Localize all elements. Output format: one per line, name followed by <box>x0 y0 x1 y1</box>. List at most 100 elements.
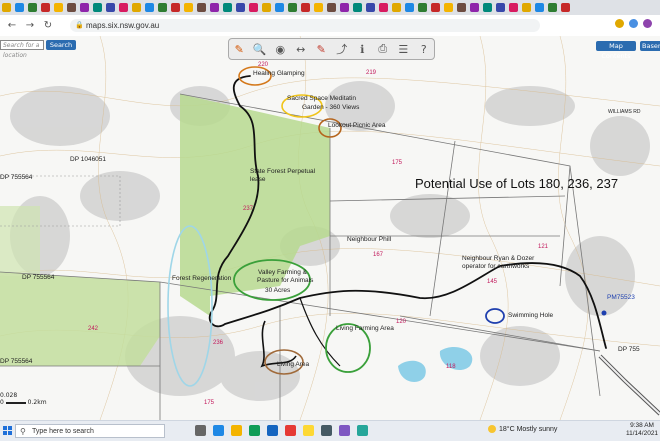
taskbar-search-input[interactable]: ⚲ Type here to search <box>15 424 165 438</box>
address-bar[interactable]: 🔒 maps.six.nsw.gov.au <box>70 19 540 32</box>
map-toolbar: ✎ 🔍 ◉ ↔ ✎ ⤴ ℹ ⎙ ☰ ? <box>228 38 435 60</box>
browser-tab-favicon[interactable] <box>184 2 193 12</box>
share-icon[interactable]: ⤴ <box>335 41 349 57</box>
browser-tab-favicon[interactable] <box>275 2 284 12</box>
browser-tab-favicon[interactable] <box>301 2 310 12</box>
print-icon[interactable]: ⎙ <box>376 42 390 56</box>
browser-tab-favicon[interactable] <box>93 2 102 12</box>
layers-icon[interactable]: ☰ <box>396 43 410 56</box>
browser-tab-favicon[interactable] <box>392 2 401 12</box>
scale-bar: 0.028 0 0.2km <box>0 392 47 406</box>
browser-tab-favicon[interactable] <box>444 2 453 12</box>
browser-tab-favicon[interactable] <box>28 2 37 12</box>
browser-tab-favicon[interactable] <box>249 2 258 12</box>
reload-icon[interactable]: ↻ <box>42 20 54 32</box>
browser-tab-favicon[interactable] <box>340 2 349 12</box>
browser-tab-favicon[interactable] <box>431 2 440 12</box>
browser-tab-favicon[interactable] <box>366 2 375 12</box>
browser-tab-favicon[interactable] <box>561 2 570 12</box>
extension-icon[interactable] <box>629 19 638 28</box>
browser-tab-favicon[interactable] <box>379 2 388 12</box>
mail-icon[interactable] <box>267 425 278 436</box>
app-icon[interactable] <box>321 425 332 436</box>
browser-tab-favicon[interactable] <box>132 2 141 12</box>
system-clock[interactable]: 9:38 AM 11/14/2021 <box>626 422 658 438</box>
chrome-icon[interactable] <box>303 425 314 436</box>
app-icon[interactable] <box>357 425 368 436</box>
lot-120: 120 <box>396 319 407 325</box>
scale-label-c: 0.2km <box>27 399 47 406</box>
weather-text: 18°C Mostly sunny <box>499 425 558 433</box>
browser-tab-favicon[interactable] <box>67 2 76 12</box>
browser-tab-favicon[interactable] <box>145 2 154 12</box>
lot-219: 219 <box>366 70 377 76</box>
measure-icon[interactable]: ↔ <box>294 43 308 56</box>
forward-icon[interactable]: → <box>24 20 36 32</box>
browser-tab-favicon[interactable] <box>54 2 63 12</box>
browser-tab-favicon[interactable] <box>106 2 115 12</box>
browser-tab-favicon[interactable] <box>457 2 466 12</box>
browser-tab-favicon[interactable] <box>2 2 11 12</box>
app-icon[interactable] <box>339 425 350 436</box>
draw-icon[interactable]: ✎ <box>314 43 328 56</box>
browser-tab-favicon[interactable] <box>483 2 492 12</box>
map-canvas[interactable] <box>0 36 660 420</box>
browser-tab-favicon[interactable] <box>158 2 167 12</box>
browser-tab-favicon[interactable] <box>262 2 271 12</box>
browser-tab-favicon[interactable] <box>327 2 336 12</box>
browser-tab-favicon[interactable] <box>236 2 245 12</box>
browser-tab-favicon[interactable] <box>509 2 518 12</box>
back-icon[interactable]: ← <box>6 20 18 32</box>
basemap-button[interactable]: Basemaps <box>640 41 660 51</box>
lot-237: 237 <box>243 206 254 212</box>
help-icon[interactable]: ? <box>417 43 431 56</box>
weather-widget[interactable]: 18°C Mostly sunny <box>488 425 557 433</box>
info-icon[interactable]: ℹ <box>355 43 369 56</box>
browser-tab-favicon[interactable] <box>119 2 128 12</box>
task-view-icon[interactable] <box>195 425 206 436</box>
brave-icon[interactable] <box>285 425 296 436</box>
browser-tab-favicon[interactable] <box>197 2 206 12</box>
zoom-icon[interactable]: 🔍 <box>253 43 267 56</box>
browser-tab-favicon[interactable] <box>405 2 414 12</box>
lot-220: 220 <box>258 62 269 68</box>
file-explorer-icon[interactable] <box>231 425 242 436</box>
browser-tab-favicon[interactable] <box>496 2 505 12</box>
browser-tab-favicon[interactable] <box>210 2 219 12</box>
browser-tab-favicon[interactable] <box>171 2 180 12</box>
browser-tab-favicon[interactable] <box>522 2 531 12</box>
browser-tab-favicon[interactable] <box>41 2 50 12</box>
browser-tab-favicon[interactable] <box>548 2 557 12</box>
label-state-forest-2: lease <box>250 176 266 183</box>
map-viewport[interactable]: Search for a location Search ✎ 🔍 ◉ ↔ ✎ ⤴… <box>0 36 660 420</box>
location-search-input[interactable]: Search for a location <box>0 40 44 59</box>
browser-tab-favicon[interactable] <box>223 2 232 12</box>
address-row: ← → ↻ 🔒 maps.six.nsw.gov.au <box>0 15 660 37</box>
pencil-icon[interactable]: ✎ <box>232 43 246 56</box>
overlay-title: Potential Use of Lots 180, 236, 237 <box>415 176 619 191</box>
label-neighbour-phill: Neighbour Phill <box>347 236 392 243</box>
browser-tab-favicon[interactable] <box>353 2 362 12</box>
lot-145: 145 <box>487 279 498 285</box>
browser-tab-favicon[interactable] <box>535 2 544 12</box>
edge-icon[interactable] <box>213 425 224 436</box>
map-contents-button[interactable]: Map Contents <box>596 41 636 60</box>
search-button[interactable]: Search <box>46 40 76 50</box>
browser-tab-favicon[interactable] <box>314 2 323 12</box>
lot-118: 118 <box>446 364 456 370</box>
parcel-dp755564-top: DP 755564 <box>0 174 33 181</box>
browser-tab-favicon[interactable] <box>15 2 24 12</box>
extension-icon[interactable] <box>615 19 624 28</box>
windows-start-icon[interactable] <box>3 426 13 436</box>
label-valley-farming-2: Pasture for Animals <box>257 277 314 284</box>
browser-tab-favicon[interactable] <box>470 2 479 12</box>
browser-tab-favicon[interactable] <box>80 2 89 12</box>
label-state-forest: State Forest Perpetual <box>250 168 316 175</box>
identify-icon[interactable]: ◉ <box>273 43 287 56</box>
profile-avatar[interactable] <box>643 19 652 28</box>
browser-tab-favicon[interactable] <box>288 2 297 12</box>
parcel-dp755-right: DP 755 <box>618 346 640 353</box>
browser-tab-favicon[interactable] <box>418 2 427 12</box>
taskbar-search-placeholder: Type here to search <box>32 428 94 435</box>
store-icon[interactable] <box>249 425 260 436</box>
